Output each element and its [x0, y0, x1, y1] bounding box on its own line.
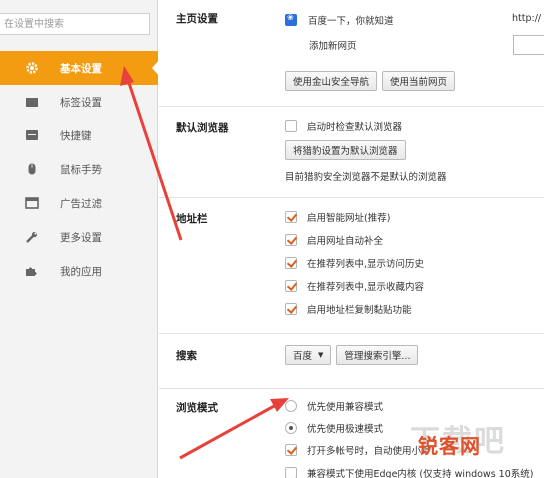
address-option-row[interactable]: 启用智能网址(推荐)	[285, 210, 390, 224]
address-bar-section: 地址栏 启用智能网址(推荐) 启用网址自动补全 在推荐列表中,显示访问历史 在推…	[159, 198, 544, 334]
sidebar-item-label: 标签设置	[60, 97, 102, 109]
section-title: 默认浏览器	[176, 122, 229, 134]
address-option-label: 启用网址自动补全	[307, 236, 384, 247]
multi-account-row[interactable]: 打开多帐号时，自动使用小号	[285, 443, 431, 457]
homepage-section: 主页设置 百度一下，你就知道 http:// 添加新网页 使用金山安全导航 使用…	[159, 0, 544, 107]
active-indicator	[152, 60, 159, 76]
sidebar: 基本设置 标签设置 快捷键 鼠标手势 广告过滤 更多设置 我的应用	[0, 0, 159, 478]
address-option-checkbox[interactable]	[285, 280, 297, 292]
watermark-logo-text: 锐客网	[418, 434, 481, 458]
wrench-icon	[26, 231, 38, 243]
homepage-name: 百度一下，你就知道	[308, 16, 394, 27]
compat-mode-row[interactable]: 优先使用兼容模式	[285, 399, 383, 413]
sidebar-item-label: 我的应用	[60, 266, 102, 278]
address-option-row[interactable]: 在推荐列表中,显示访问历史	[285, 256, 424, 270]
address-option-checkbox[interactable]	[285, 257, 297, 269]
check-default-checkbox[interactable]	[285, 120, 297, 132]
search-engine-value: 百度	[293, 351, 313, 362]
speed-mode-radio[interactable]	[285, 422, 297, 434]
address-option-checkbox[interactable]	[285, 211, 297, 223]
search-engine-row: 百度 ▼ 管理搜索引擎...	[285, 345, 419, 365]
sidebar-item-label: 快捷键	[60, 130, 92, 142]
speed-mode-row[interactable]: 优先使用极速模式	[285, 421, 383, 435]
set-default-browser-button[interactable]: 将猎豹设置为默认浏览器	[285, 140, 406, 160]
settings-search-input[interactable]	[0, 14, 149, 34]
window-icon	[25, 197, 39, 209]
speed-mode-label: 优先使用极速模式	[307, 424, 384, 435]
settings-search-box[interactable]	[0, 13, 150, 35]
add-new-page-link[interactable]: 添加新网页	[309, 38, 357, 52]
edge-kernel-label: 兼容模式下使用Edge内核 (仅支持 windows 10系统)	[307, 469, 534, 478]
keyboard-icon	[26, 130, 38, 140]
homepage-url-input[interactable]	[513, 35, 544, 55]
address-option-row[interactable]: 启用地址栏复制黏贴功能	[285, 302, 412, 316]
use-jinshan-nav-button[interactable]: 使用金山安全导航	[285, 71, 378, 91]
baidu-paw-icon	[285, 13, 297, 26]
address-option-label: 启用地址栏复制黏贴功能	[307, 305, 412, 316]
sidebar-item-tab-settings[interactable]: 标签设置	[0, 85, 158, 119]
multi-account-checkbox[interactable]	[285, 444, 297, 456]
sidebar-item-label: 更多设置	[60, 232, 102, 244]
mouse-icon	[28, 163, 36, 175]
compat-mode-radio[interactable]	[285, 400, 297, 412]
address-option-label: 在推荐列表中,显示访问历史	[307, 259, 425, 270]
address-option-row[interactable]: 启用网址自动补全	[285, 233, 383, 247]
sidebar-item-ad-filter[interactable]: 广告过滤	[0, 186, 158, 220]
settings-content: 主页设置 百度一下，你就知道 http:// 添加新网页 使用金山安全导航 使用…	[159, 0, 544, 478]
section-title: 主页设置	[176, 13, 218, 25]
set-default-row: 将猎豹设置为默认浏览器	[285, 140, 406, 160]
search-engine-select[interactable]: 百度 ▼	[285, 345, 332, 365]
address-option-checkbox[interactable]	[285, 234, 297, 246]
puzzle-icon	[26, 267, 37, 276]
check-default-label: 启动时检查默认浏览器	[307, 122, 403, 133]
homepage-entry[interactable]: 百度一下，你就知道	[285, 13, 394, 27]
tab-icon	[26, 98, 38, 107]
section-title: 搜索	[176, 350, 197, 362]
address-option-label: 在推荐列表中,显示收藏内容	[307, 282, 425, 293]
edge-kernel-checkbox[interactable]	[285, 467, 297, 478]
search-engine-section: 搜索 百度 ▼ 管理搜索引擎...	[159, 334, 544, 389]
sidebar-item-label: 基本设置	[60, 63, 102, 75]
sidebar-item-more-settings[interactable]: 更多设置	[0, 220, 158, 254]
homepage-buttons: 使用金山安全导航 使用当前网页	[285, 71, 456, 91]
default-browser-section: 默认浏览器 启动时检查默认浏览器 将猎豹设置为默认浏览器 目前猎豹安全浏览器不是…	[159, 107, 544, 198]
homepage-url[interactable]: http://	[512, 13, 541, 24]
edge-kernel-row[interactable]: 兼容模式下使用Edge内核 (仅支持 windows 10系统)	[285, 466, 533, 478]
compat-mode-label: 优先使用兼容模式	[307, 402, 384, 413]
sidebar-item-shortcuts[interactable]: 快捷键	[0, 118, 158, 152]
sidebar-item-label: 鼠标手势	[60, 164, 102, 176]
default-browser-status: 目前猎豹安全浏览器不是默认的浏览器	[285, 172, 447, 183]
check-default-row[interactable]: 启动时检查默认浏览器	[285, 119, 402, 133]
manage-search-engines-button[interactable]: 管理搜索引擎...	[336, 345, 419, 365]
use-current-page-button[interactable]: 使用当前网页	[382, 71, 456, 91]
address-option-row[interactable]: 在推荐列表中,显示收藏内容	[285, 279, 424, 293]
sidebar-item-mouse-gestures[interactable]: 鼠标手势	[0, 152, 158, 186]
section-title: 地址栏	[176, 213, 208, 225]
sidebar-item-label: 广告过滤	[60, 198, 102, 210]
sidebar-item-my-apps[interactable]: 我的应用	[0, 254, 158, 288]
sidebar-item-basic-settings[interactable]: 基本设置	[0, 51, 159, 85]
address-option-label: 启用智能网址(推荐)	[307, 213, 391, 224]
gear-icon	[26, 62, 38, 74]
chevron-down-icon: ▼	[318, 351, 324, 359]
section-title: 浏览模式	[176, 402, 218, 414]
address-option-checkbox[interactable]	[285, 303, 297, 315]
